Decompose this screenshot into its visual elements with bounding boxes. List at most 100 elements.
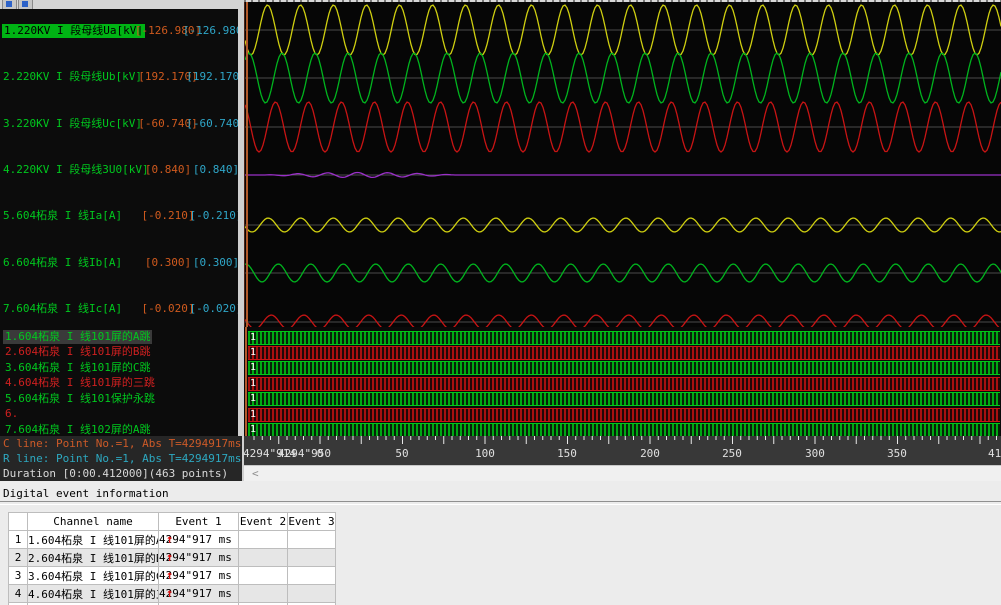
channel-name-cell: 4.604柘泉 I 线101屏的三跳	[28, 585, 159, 603]
digital-channel-row[interactable]: 6.	[0, 407, 238, 421]
analog-instant-value-2: [0.300]	[193, 256, 238, 270]
channel-name-cell: 2.604柘泉 I 线101屏的B跳	[28, 549, 159, 567]
table-header-cell: Event 2	[239, 513, 288, 531]
digital-trace-bar: 1	[248, 377, 1000, 391]
analog-channel-label: 5.604柘泉 I 线Ia[A]	[3, 209, 122, 223]
channel-name-cell: 3.604柘泉 I 线101屏的C跳	[28, 567, 159, 585]
event1-cell: ↑4294"917 ms	[159, 585, 239, 603]
table-header-cell: Event 1	[159, 513, 239, 531]
digital-channel-row[interactable]: 2.604柘泉 I 线101屏的B跳	[0, 345, 238, 359]
duration-status: Duration [0:00.412000](463 points)	[3, 467, 228, 480]
digital-trace-bar: 1	[248, 346, 1000, 360]
rising-edge-icon: ↑	[166, 532, 173, 546]
analog-channel-row[interactable]: 1.220KV I 段母线Ua[kV][-126.980][-126.980]	[0, 24, 238, 38]
digital-state-value: 1	[250, 361, 256, 374]
table-row[interactable]: 22.604柘泉 I 线101屏的B跳↑4294"917 ms	[9, 549, 336, 567]
digital-trace-bar: 1	[248, 361, 1000, 375]
rising-edge-icon: ↑	[166, 568, 173, 582]
analog-instant-value-2: [-0.020]	[190, 302, 238, 316]
axis-tick-label: 300	[805, 447, 825, 460]
scroll-left-icon[interactable]: <	[252, 467, 259, 480]
event3-cell	[288, 567, 336, 585]
rising-edge-icon: ↑	[166, 586, 173, 600]
digital-state-value: 1	[250, 377, 256, 390]
axis-tick-label: 250	[722, 447, 742, 460]
digital-trace-area[interactable]: 1111111	[244, 327, 1001, 436]
digital-trace-bar: 1	[248, 408, 1000, 422]
channel-name-cell: 1.604柘泉 I 线101屏的A跳	[28, 531, 159, 549]
digital-event-table: Channel nameEvent 1Event 2Event 3 11.604…	[8, 512, 336, 605]
digital-channel-label: 6.	[3, 407, 20, 421]
digital-channel-label: 3.604柘泉 I 线101屏的C跳	[3, 361, 152, 375]
separator	[0, 501, 1001, 505]
digital-channel-row[interactable]: 7.604柘泉 I 线102屏的A跳	[0, 423, 238, 436]
cursor-status-panel: C line: Point No.=1, Abs T=4294917ms, Re…	[0, 436, 242, 481]
row-number: 3	[9, 567, 28, 585]
digital-channel-label: 7.604柘泉 I 线102屏的A跳	[3, 423, 152, 436]
analog-instant-value-2: [-126.980]	[183, 24, 238, 38]
r-line-status: R line: Point No.=1, Abs T=4294917ms, Re…	[3, 452, 242, 465]
time-axis[interactable]: 4294"9144294"95005010015020025030035041	[244, 436, 1001, 465]
analog-channel-row[interactable]: 4.220KV I 段母线3U0[kV][0.840][0.840]	[0, 163, 238, 177]
event1-cell: ↑4294"917 ms	[159, 531, 239, 549]
digital-trace-bar: 1	[248, 331, 1000, 345]
analog-channel-label: 1.220KV I 段母线Ua[kV]	[2, 24, 145, 38]
event1-cell: ↑4294"917 ms	[159, 567, 239, 585]
digital-channel-label: 1.604柘泉 I 线101屏的A跳	[3, 330, 152, 344]
horizontal-scrollbar[interactable]: <	[244, 465, 1001, 482]
analog-waveform-area[interactable]	[244, 2, 1001, 327]
axis-tick-label: 150	[557, 447, 577, 460]
analog-channel-label: 6.604柘泉 I 线Ib[A]	[3, 256, 122, 270]
digital-state-value: 1	[250, 408, 256, 421]
table-row[interactable]: 44.604柘泉 I 线101屏的三跳↑4294"917 ms	[9, 585, 336, 603]
table-header-cell	[9, 513, 28, 531]
analog-channel-row[interactable]: 6.604柘泉 I 线Ib[A] [0.300][0.300]	[0, 256, 238, 270]
time-cursor-line[interactable]	[246, 2, 248, 327]
table-row[interactable]: 33.604柘泉 I 线101屏的C跳↑4294"917 ms	[9, 567, 336, 585]
analog-channel-label: 2.220KV I 段母线Ub[kV]	[3, 70, 142, 84]
c-line-status: C line: Point No.=1, Abs T=4294917ms, Re…	[3, 437, 242, 450]
digital-channel-row[interactable]: 3.604柘泉 I 线101屏的C跳	[0, 361, 238, 375]
tool-icon	[22, 1, 28, 7]
event2-cell	[239, 531, 288, 549]
analog-channel-row[interactable]: 2.220KV I 段母线Ub[kV][192.170][192.170]	[0, 70, 238, 84]
row-number: 4	[9, 585, 28, 603]
row-number: 2	[9, 549, 28, 567]
digital-channel-row[interactable]: 4.604柘泉 I 线101屏的三跳	[0, 376, 238, 390]
waveform-analysis-window: 1.220KV I 段母线Ua[kV][-126.980][-126.980]2…	[0, 0, 1001, 605]
waveform-trace-Ic	[245, 315, 1001, 327]
axis-tick-label: 41	[988, 447, 1001, 460]
table-row[interactable]: 11.604柘泉 I 线101屏的A跳↑4294"917 ms	[9, 531, 336, 549]
analog-instant-value-2: [-60.740]	[186, 117, 238, 131]
analog-instant-value-2: [-0.210]	[190, 209, 238, 223]
event2-cell	[239, 585, 288, 603]
analog-channel-label: 4.220KV I 段母线3U0[kV]	[3, 163, 149, 177]
channel-list-panel: 1.220KV I 段母线Ua[kV][-126.980][-126.980]2…	[0, 9, 238, 436]
analog-instant-value-1: [-0.210]	[142, 209, 195, 223]
digital-trace-bar: 1	[248, 392, 1000, 406]
time-cursor-line[interactable]	[245, 327, 247, 436]
event3-cell	[288, 549, 336, 567]
analog-instant-value-1: [0.300]	[145, 256, 191, 270]
analog-instant-value-1: [0.840]	[145, 163, 191, 177]
analog-channel-label: 3.220KV I 段母线Uc[kV]	[3, 117, 142, 131]
analog-channel-row[interactable]: 7.604柘泉 I 线Ic[A] [-0.020][-0.020]	[0, 302, 238, 316]
event3-cell	[288, 585, 336, 603]
table-header-cell: Channel name	[28, 513, 159, 531]
section-title: Digital event information	[3, 487, 169, 500]
digital-channel-label: 4.604柘泉 I 线101屏的三跳	[3, 376, 157, 390]
digital-state-value: 1	[250, 392, 256, 405]
analog-channel-label: 7.604柘泉 I 线Ic[A]	[3, 302, 122, 316]
analog-channel-row[interactable]: 5.604柘泉 I 线Ia[A] [-0.210][-0.210]	[0, 209, 238, 223]
event1-cell: ↑4294"917 ms	[159, 549, 239, 567]
digital-channel-row[interactable]: 5.604柘泉 I 线101保护永跳	[0, 392, 238, 406]
analog-channel-row[interactable]: 3.220KV I 段母线Uc[kV][-60.740][-60.740]	[0, 117, 238, 131]
table-header-row: Channel nameEvent 1Event 2Event 3	[9, 513, 336, 531]
analog-instant-value-1: [-0.020]	[142, 302, 195, 316]
digital-channel-label: 2.604柘泉 I 线101屏的B跳	[3, 345, 152, 359]
digital-channel-row[interactable]: 1.604柘泉 I 线101屏的A跳	[0, 330, 238, 344]
tool-icon	[6, 1, 12, 7]
row-number: 1	[9, 531, 28, 549]
digital-state-value: 1	[250, 346, 256, 359]
analog-instant-value-2: [0.840]	[193, 163, 238, 177]
